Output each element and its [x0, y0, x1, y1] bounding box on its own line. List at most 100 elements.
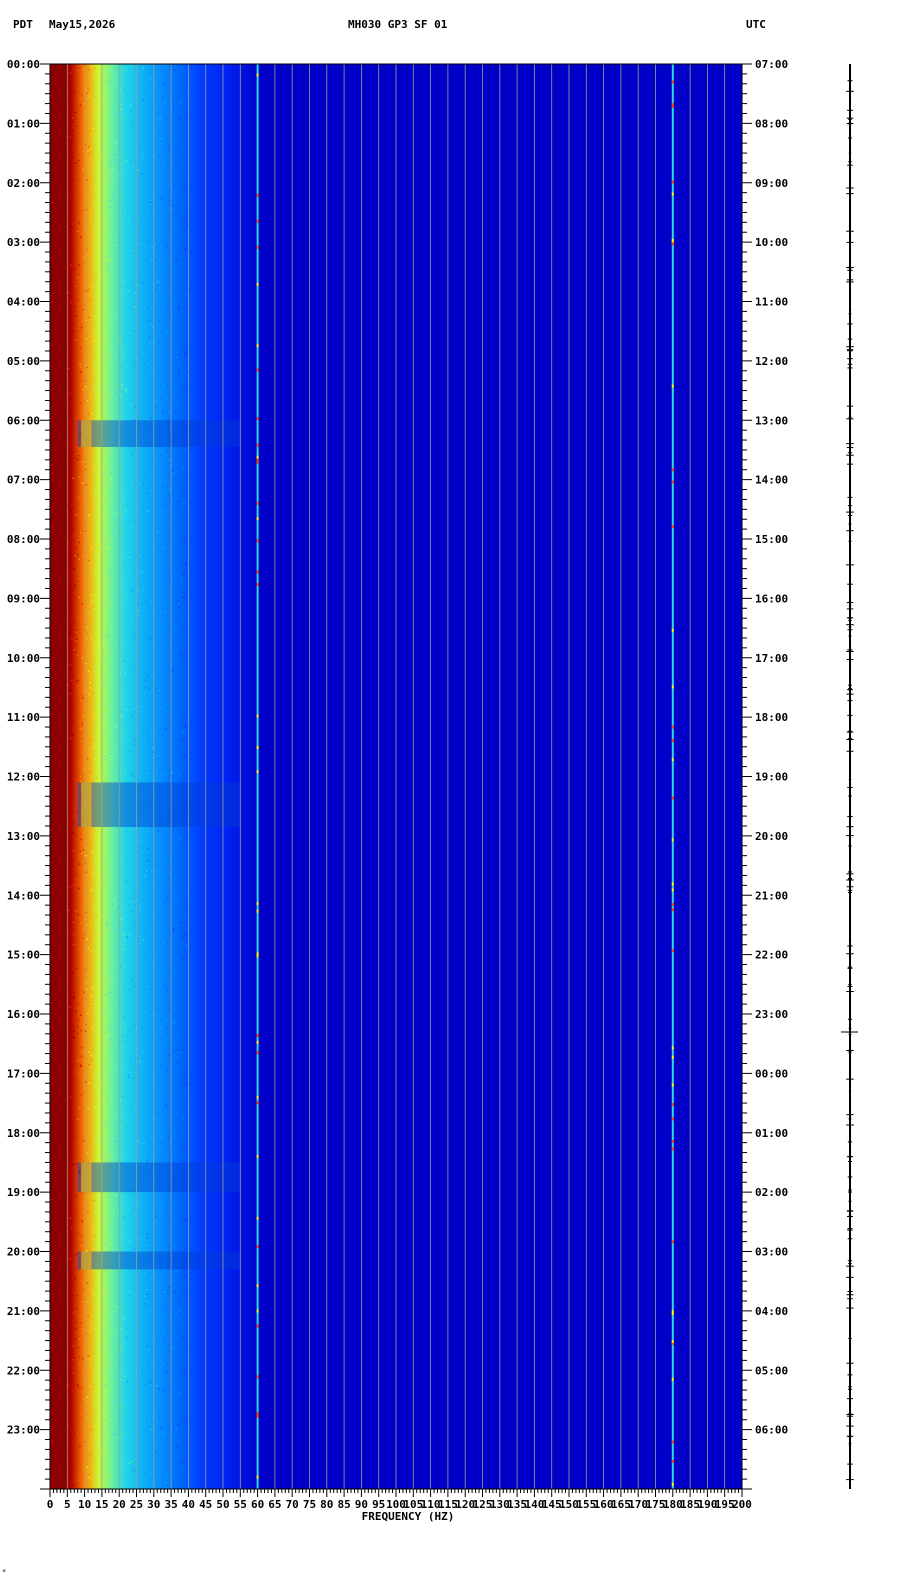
noise-speck	[69, 177, 71, 179]
noise-speck	[73, 281, 76, 283]
persistent-line-dot	[671, 758, 674, 762]
noise-speck	[146, 859, 148, 861]
noise-speck	[90, 995, 92, 997]
noise-speck	[103, 216, 105, 218]
noise-speck	[146, 510, 148, 512]
noise-speck	[73, 729, 76, 731]
noise-speck	[68, 207, 70, 209]
noise-speck	[177, 277, 180, 280]
noise-speck	[124, 838, 127, 840]
noise-speck	[94, 860, 96, 862]
noise-speck	[84, 530, 87, 532]
x-tick-label: 65	[268, 1498, 281, 1511]
persistent-line-dot	[671, 1055, 674, 1059]
noise-speck	[69, 381, 72, 383]
noise-speck	[124, 1375, 126, 1377]
noise-speck	[110, 1474, 112, 1477]
noise-speck	[51, 1196, 54, 1198]
noise-speck	[70, 611, 72, 613]
noise-speck	[75, 916, 77, 918]
noise-speck	[146, 1330, 149, 1332]
noise-speck	[91, 851, 94, 853]
noise-speck	[173, 1054, 176, 1057]
noise-speck	[174, 411, 176, 413]
noise-speck	[158, 1416, 161, 1418]
noise-speck	[151, 651, 153, 653]
noise-speck	[90, 594, 93, 596]
noise-speck	[156, 116, 158, 118]
noise-speck	[184, 1219, 187, 1221]
noise-speck	[98, 204, 101, 206]
noise-speck	[142, 483, 145, 485]
noise-speck	[149, 314, 152, 316]
noise-speck	[158, 689, 161, 692]
noise-speck	[128, 332, 131, 334]
noise-speck	[175, 509, 177, 511]
noise-speck	[127, 1388, 130, 1390]
noise-speck	[108, 1482, 110, 1484]
noise-speck	[138, 778, 140, 780]
y-tick-label-left: 02:00	[7, 177, 40, 190]
noise-speck	[104, 1422, 106, 1424]
noise-speck	[183, 597, 185, 599]
noise-speck	[123, 337, 125, 339]
noise-speck	[51, 1413, 53, 1415]
noise-speck	[102, 1398, 105, 1400]
noise-speck	[120, 74, 122, 76]
noise-speck	[50, 247, 52, 249]
noise-speck	[146, 830, 149, 832]
noise-speck	[186, 1471, 188, 1473]
noise-speck	[99, 1463, 101, 1465]
noise-speck	[145, 1240, 147, 1242]
noise-speck	[70, 520, 73, 522]
noise-speck	[146, 1237, 148, 1239]
noise-speck	[86, 1152, 88, 1154]
noise-speck	[96, 1216, 98, 1218]
noise-speck	[109, 175, 111, 177]
noise-speck	[126, 657, 128, 659]
noise-speck	[110, 1243, 112, 1245]
persistent-line-dot	[256, 455, 259, 459]
noise-speck	[159, 969, 161, 971]
noise-speck	[179, 99, 181, 102]
noise-speck	[115, 322, 118, 324]
noise-speck	[161, 1120, 164, 1122]
noise-speck	[87, 1315, 89, 1317]
noise-speck	[67, 1268, 70, 1270]
noise-speck	[104, 967, 107, 969]
noise-speck	[71, 1164, 73, 1166]
noise-speck	[51, 412, 53, 414]
noise-speck	[92, 1378, 94, 1380]
noise-speck	[76, 1132, 78, 1134]
noise-speck	[105, 73, 107, 75]
noise-speck	[181, 1049, 184, 1051]
noise-speck	[95, 1236, 98, 1238]
noise-speck	[182, 739, 184, 742]
noise-speck	[82, 303, 84, 305]
noise-speck	[178, 306, 181, 308]
x-tick-label: 5	[64, 1498, 71, 1511]
noise-speck	[111, 1095, 113, 1097]
noise-speck	[106, 652, 109, 654]
noise-speck	[97, 1449, 100, 1451]
persistent-line-dot	[671, 1310, 674, 1314]
noise-speck	[51, 1160, 53, 1162]
noise-speck	[142, 1270, 144, 1273]
noise-speck	[146, 1055, 148, 1057]
noise-speck	[76, 1308, 78, 1310]
noise-speck	[70, 230, 72, 232]
noise-speck	[149, 227, 151, 229]
persistent-line-dot	[256, 368, 259, 372]
noise-speck	[71, 1284, 73, 1286]
noise-speck	[149, 201, 152, 203]
noise-speck	[182, 958, 184, 960]
noise-speck	[167, 1136, 170, 1138]
noise-speck	[137, 505, 139, 507]
noise-speck	[106, 1358, 108, 1360]
noise-speck	[97, 299, 100, 302]
noise-speck	[127, 664, 130, 666]
noise-speck	[50, 1464, 52, 1466]
noise-speck	[82, 849, 85, 851]
noise-speck	[179, 362, 181, 364]
noise-speck	[69, 836, 71, 838]
